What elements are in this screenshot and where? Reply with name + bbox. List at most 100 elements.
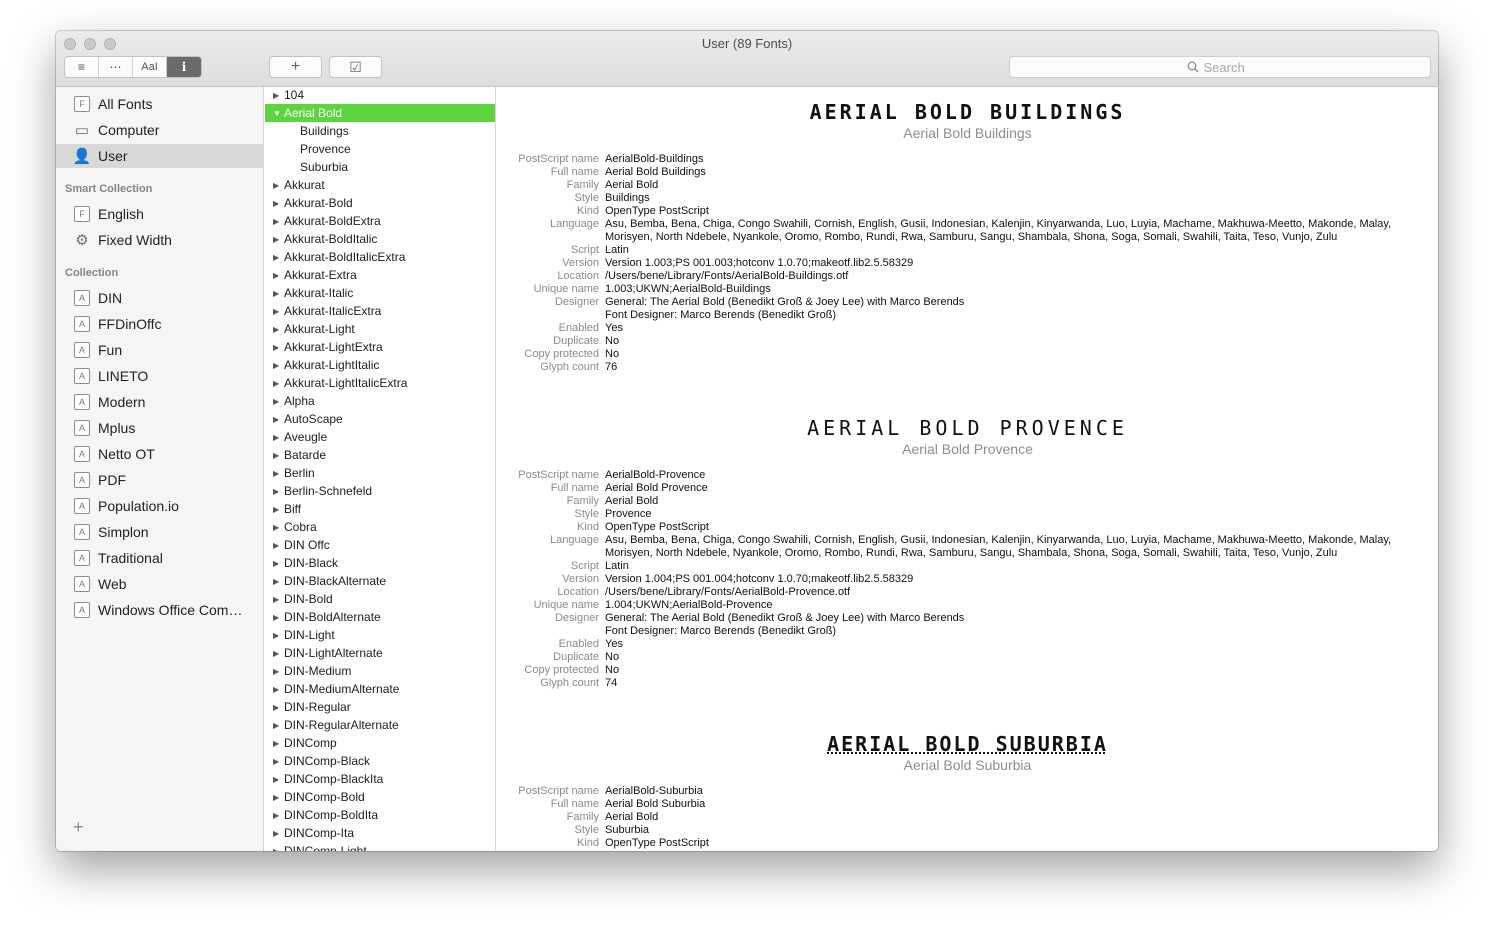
font-list-row[interactable]: ▶ Akkurat-BoldItalicExtra	[265, 248, 495, 266]
font-list-row[interactable]: ▶ Berlin-Schnefeld	[265, 482, 495, 500]
disclosure-closed-icon[interactable]: ▶	[273, 487, 283, 496]
disclosure-closed-icon[interactable]: ▶	[273, 271, 283, 280]
font-list-row[interactable]: ▶ DINComp	[265, 734, 495, 752]
disclosure-closed-icon[interactable]: ▶	[273, 847, 283, 852]
disclosure-closed-icon[interactable]: ▶	[273, 649, 283, 658]
font-list-row[interactable]: ▶ Aveugle	[265, 428, 495, 446]
sidebar-item-mplus[interactable]: A Mplus	[56, 416, 264, 440]
font-list-row[interactable]: ▶ Biff	[265, 500, 495, 518]
font-list-row[interactable]: ▶ DIN-Black	[265, 554, 495, 572]
view-mode-segmented-control[interactable]: ≡ ⋯ AaI i	[64, 56, 202, 78]
font-list-row[interactable]: ▶ DINComp-Bold	[265, 788, 495, 806]
disclosure-closed-icon[interactable]: ▶	[273, 361, 283, 370]
font-list[interactable]: ▶ 104 ▼ Aerial Bold Buildings Provence Suburbi…	[265, 87, 496, 851]
font-list-row[interactable]: ▶ DIN-Medium	[265, 662, 495, 680]
sidebar-item-web[interactable]: A Web	[56, 572, 264, 596]
validate-font-button[interactable]: ☑	[329, 56, 382, 78]
sidebar-item-fun[interactable]: A Fun	[56, 338, 264, 362]
font-list-row[interactable]: ▶ Akkurat-ItalicExtra	[265, 302, 495, 320]
sample-view-icon[interactable]: AaI	[133, 57, 167, 77]
sidebar-item-english[interactable]: F English	[56, 202, 264, 226]
font-list-row[interactable]: ▶ Akkurat-Light	[265, 320, 495, 338]
search-field[interactable]	[1009, 56, 1431, 78]
disclosure-closed-icon[interactable]: ▶	[273, 793, 283, 802]
sidebar-item-simplon[interactable]: A Simplon	[56, 520, 264, 544]
sidebar-item-traditional[interactable]: A Traditional	[56, 546, 264, 570]
font-list-row[interactable]: ▶ Batarde	[265, 446, 495, 464]
add-font-button[interactable]: +	[269, 56, 322, 78]
disclosure-closed-icon[interactable]: ▶	[273, 433, 283, 442]
disclosure-closed-icon[interactable]: ▶	[273, 811, 283, 820]
disclosure-closed-icon[interactable]: ▶	[273, 199, 283, 208]
font-list-row[interactable]: Provence	[265, 140, 495, 158]
sidebar-item-netto-ot[interactable]: A Netto OT	[56, 442, 264, 466]
sidebar-item-ffdinoffc[interactable]: A FFDinOffc	[56, 312, 264, 336]
font-list-row[interactable]: ▶ Akkurat	[265, 176, 495, 194]
disclosure-closed-icon[interactable]: ▶	[273, 703, 283, 712]
sidebar-item-all-fonts[interactable]: F All Fonts	[56, 92, 264, 116]
disclosure-closed-icon[interactable]: ▶	[273, 289, 283, 298]
disclosure-closed-icon[interactable]: ▶	[273, 739, 283, 748]
disclosure-closed-icon[interactable]: ▶	[273, 577, 283, 586]
font-list-row[interactable]: ▶ DIN-Regular	[265, 698, 495, 716]
font-list-row[interactable]: ▶ AutoScape	[265, 410, 495, 428]
font-list-row[interactable]: ▶ Akkurat-Italic	[265, 284, 495, 302]
disclosure-closed-icon[interactable]: ▶	[273, 559, 283, 568]
disclosure-closed-icon[interactable]: ▶	[273, 343, 283, 352]
disclosure-closed-icon[interactable]: ▶	[273, 613, 283, 622]
disclosure-closed-icon[interactable]: ▶	[273, 91, 283, 100]
list-view-icon[interactable]: ≡	[65, 57, 99, 77]
font-list-row[interactable]: Suburbia	[265, 158, 495, 176]
disclosure-closed-icon[interactable]: ▶	[273, 541, 283, 550]
font-list-row[interactable]: ▶ DIN Offc	[265, 536, 495, 554]
font-list-row[interactable]: ▶ DIN-BoldAlternate	[265, 608, 495, 626]
disclosure-closed-icon[interactable]: ▶	[273, 217, 283, 226]
add-collection-button[interactable]: +	[73, 817, 84, 838]
font-list-row[interactable]: ▶ DIN-Bold	[265, 590, 495, 608]
info-view-icon[interactable]: i	[167, 57, 201, 77]
font-list-row[interactable]: Buildings	[265, 122, 495, 140]
grid-view-icon[interactable]: ⋯	[99, 57, 133, 77]
disclosure-closed-icon[interactable]: ▶	[273, 181, 283, 190]
sidebar-item-lineto[interactable]: A LINETO	[56, 364, 264, 388]
sidebar-item-modern[interactable]: A Modern	[56, 390, 264, 414]
disclosure-closed-icon[interactable]: ▶	[273, 829, 283, 838]
disclosure-closed-icon[interactable]: ▶	[273, 505, 283, 514]
font-list-row[interactable]: ▶ Alpha	[265, 392, 495, 410]
disclosure-closed-icon[interactable]: ▶	[273, 721, 283, 730]
font-list-row[interactable]: ▶ Akkurat-BoldExtra	[265, 212, 495, 230]
font-list-row[interactable]: ▶ DIN-LightAlternate	[265, 644, 495, 662]
font-list-row[interactable]: ▶ Akkurat-Extra	[265, 266, 495, 284]
font-list-row[interactable]: ▶ DINComp-Light	[265, 842, 495, 851]
disclosure-closed-icon[interactable]: ▶	[273, 451, 283, 460]
disclosure-closed-icon[interactable]: ▶	[273, 685, 283, 694]
font-list-row[interactable]: ▶ 104	[265, 87, 495, 104]
disclosure-closed-icon[interactable]: ▶	[273, 667, 283, 676]
font-list-row[interactable]: ▶ Akkurat-LightExtra	[265, 338, 495, 356]
disclosure-closed-icon[interactable]: ▶	[273, 253, 283, 262]
disclosure-closed-icon[interactable]: ▶	[273, 397, 283, 406]
disclosure-closed-icon[interactable]: ▶	[273, 325, 283, 334]
sidebar-item-computer[interactable]: ▭ Computer	[56, 118, 264, 142]
font-list-row[interactable]: ▶ Akkurat-LightItalicExtra	[265, 374, 495, 392]
disclosure-closed-icon[interactable]: ▶	[273, 235, 283, 244]
disclosure-closed-icon[interactable]: ▶	[273, 523, 283, 532]
disclosure-closed-icon[interactable]: ▶	[273, 775, 283, 784]
disclosure-closed-icon[interactable]: ▶	[273, 379, 283, 388]
disclosure-closed-icon[interactable]: ▶	[273, 469, 283, 478]
font-list-row[interactable]: ▼ Aerial Bold	[265, 104, 495, 122]
font-list-row[interactable]: ▶ DIN-BlackAlternate	[265, 572, 495, 590]
disclosure-open-icon[interactable]: ▼	[273, 109, 283, 118]
font-list-row[interactable]: ▶ Berlin	[265, 464, 495, 482]
font-list-row[interactable]: ▶ Akkurat-Bold	[265, 194, 495, 212]
font-list-row[interactable]: ▶ DIN-Light	[265, 626, 495, 644]
font-list-row[interactable]: ▶ Akkurat-BoldItalic	[265, 230, 495, 248]
sidebar-item-fixed-width[interactable]: ⚙ Fixed Width	[56, 228, 264, 252]
font-list-row[interactable]: ▶ DIN-MediumAlternate	[265, 680, 495, 698]
font-list-row[interactable]: ▶ DINComp-BoldIta	[265, 806, 495, 824]
font-list-row[interactable]: ▶ DINComp-BlackIta	[265, 770, 495, 788]
search-input[interactable]	[1203, 59, 1254, 75]
sidebar-item-din[interactable]: A DIN	[56, 286, 264, 310]
sidebar-item-windows-office-comp[interactable]: A Windows Office Comp…	[56, 598, 264, 622]
sidebar-item-user[interactable]: 👤 User	[56, 144, 264, 168]
